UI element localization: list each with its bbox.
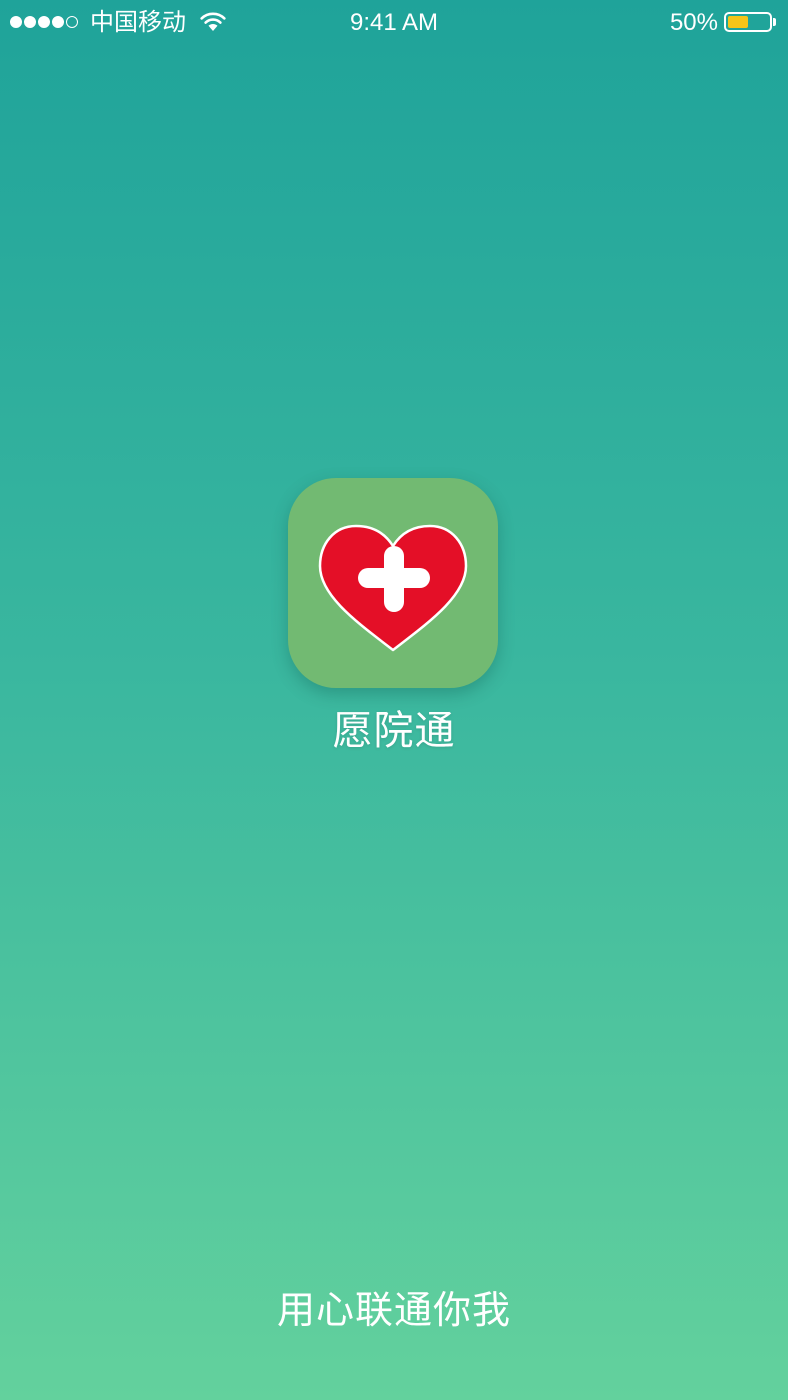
signal-dot: [38, 16, 50, 28]
battery-terminal: [773, 18, 776, 26]
clock-time: 9:41 AM: [349, 9, 439, 36]
status-bar: 中国移动 9:41 AM 50%: [0, 0, 788, 46]
slogan-text: 用心联通你我: [276, 1290, 511, 1332]
signal-strength-indicator: [10, 16, 78, 28]
heart-plus-icon: [318, 524, 468, 652]
splash-screen: 中国移动 9:41 AM 50% 愿院通 用心联通你我: [0, 0, 788, 1400]
signal-dot: [24, 16, 36, 28]
battery-icon: [724, 12, 772, 32]
app-logo: [288, 478, 498, 688]
wifi-icon: [199, 10, 227, 32]
signal-dot: [10, 16, 22, 28]
battery-level-fill: [728, 16, 748, 28]
battery-percentage: 50%: [669, 9, 718, 36]
signal-dot: [52, 16, 64, 28]
signal-dot: [66, 16, 78, 28]
app-name: 愿院通: [332, 709, 456, 753]
carrier-name: 中国移动: [90, 9, 186, 36]
